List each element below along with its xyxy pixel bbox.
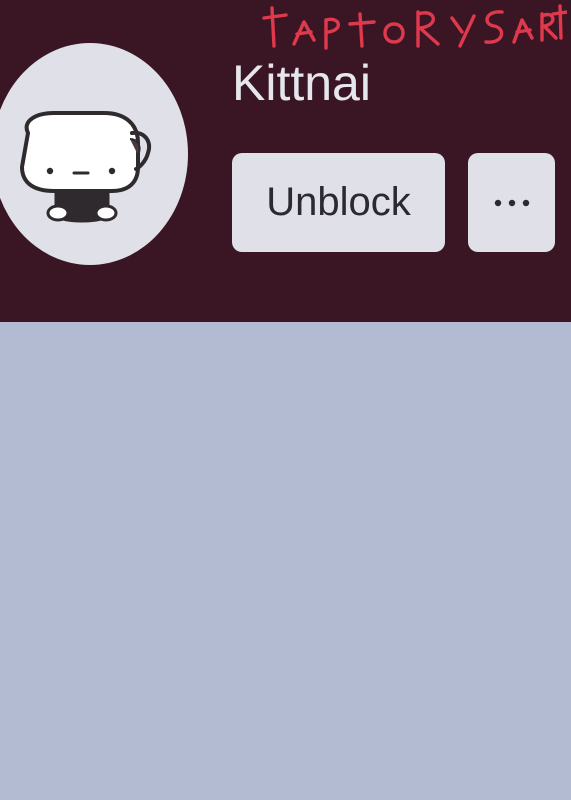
more-horizontal-icon — [494, 199, 529, 206]
taptorysart-watermark — [262, 4, 567, 50]
profile-header: Kittnai Unblock — [0, 0, 571, 322]
profile-name: Kittnai — [232, 55, 371, 111]
more-options-button[interactable] — [468, 153, 555, 252]
rice-ball-character-icon — [20, 111, 151, 223]
unblock-button[interactable]: Unblock — [232, 153, 445, 252]
avatar[interactable] — [0, 43, 188, 265]
